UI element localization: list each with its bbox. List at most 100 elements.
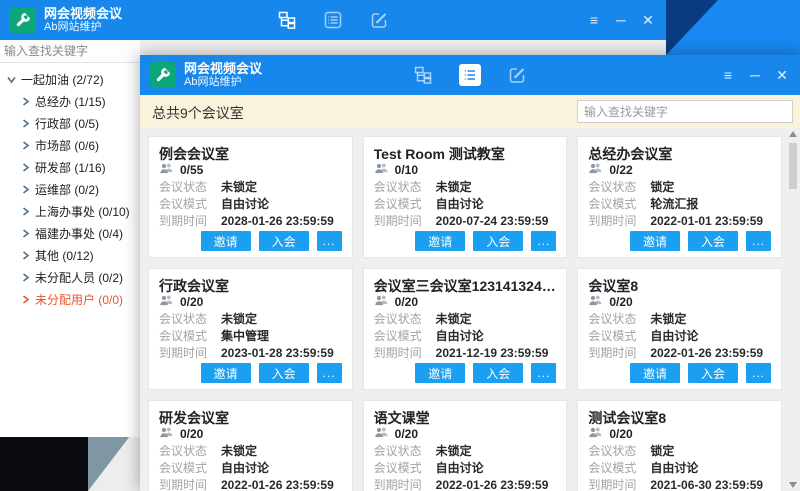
tree-chevron-icon — [7, 75, 16, 84]
room-name: 例会会议室 — [159, 144, 342, 162]
status-label: 会议状态 — [159, 442, 211, 459]
room-expire-row: 到期时间 2028-01-26 23:59:59 — [159, 212, 342, 229]
tree-chevron-icon — [21, 229, 30, 238]
room-actions: 邀请 入会 ... — [374, 361, 557, 383]
room-actions: 邀请 入会 ... — [159, 361, 342, 383]
status-value: 未锁定 — [221, 310, 257, 327]
scrollbar-thumb[interactable] — [789, 143, 797, 189]
expire-value: 2021-06-30 23:59:59 — [650, 478, 763, 491]
room-expire-row: 到期时间 2022-01-26 23:59:59 — [588, 344, 771, 361]
desktop-wallpaper-shape — [666, 0, 718, 55]
join-button[interactable]: 入会 — [688, 363, 738, 383]
tree-search-input[interactable] — [0, 40, 140, 63]
status-label: 会议状态 — [588, 178, 640, 195]
room-expire-row: 到期时间 2023-01-28 23:59:59 — [159, 344, 342, 361]
tree-item[interactable]: 一起加油 (2/72) — [0, 68, 140, 90]
tree-item[interactable]: 总经办 (1/15) — [0, 90, 140, 112]
mode-label: 会议模式 — [588, 195, 640, 212]
tree-item[interactable]: 其他 (0/12) — [0, 244, 140, 266]
more-options-button[interactable]: ... — [317, 231, 342, 251]
list-view-icon[interactable] — [459, 64, 481, 86]
mode-label: 会议模式 — [159, 327, 211, 344]
scroll-up-arrow-icon[interactable] — [789, 131, 797, 137]
room-status-row: 会议状态 未锁定 — [159, 178, 342, 195]
room-capacity-row: 0/20 — [588, 426, 771, 442]
join-button[interactable]: 入会 — [688, 231, 738, 251]
close-button[interactable]: ✕ — [640, 12, 656, 28]
room-mode-row: 会议模式 自由讨论 — [374, 195, 557, 212]
room-name: 研发会议室 — [159, 408, 342, 426]
mode-value: 集中管理 — [221, 327, 269, 344]
invite-button[interactable]: 邀请 — [201, 363, 251, 383]
expire-label: 到期时间 — [588, 212, 640, 229]
tree-item[interactable]: 研发部 (1/16) — [0, 156, 140, 178]
more-options-button[interactable]: ... — [746, 231, 771, 251]
tree-item[interactable]: 未分配用户 (0/0) — [0, 288, 140, 310]
room-list-content: 例会会议室 0/55 会议状态 未锁定 会议模式 自由讨论 到期时间 2028-… — [140, 128, 800, 491]
wrench-icon — [10, 7, 36, 33]
expire-value: 2022-01-26 23:59:59 — [221, 478, 334, 491]
menu-button[interactable]: ≡ — [586, 12, 602, 28]
desktop-wallpaper-shape — [88, 436, 130, 491]
tree-chevron-icon — [21, 207, 30, 216]
room-mode-row: 会议模式 自由讨论 — [374, 327, 557, 344]
room-status-row: 会议状态 锁定 — [588, 442, 771, 459]
list-view-icon[interactable] — [323, 10, 343, 30]
more-options-button[interactable]: ... — [746, 363, 771, 383]
org-tree-icon[interactable] — [277, 10, 297, 30]
tree-chevron-icon — [21, 97, 30, 106]
tree-item[interactable]: 行政部 (0/5) — [0, 112, 140, 134]
join-button[interactable]: 入会 — [259, 231, 309, 251]
scrollbar[interactable] — [787, 131, 799, 488]
tree-item[interactable]: 上海办事处 (0/10) — [0, 200, 140, 222]
people-group-icon — [159, 294, 174, 309]
invite-button[interactable]: 邀请 — [201, 231, 251, 251]
invite-button[interactable]: 邀请 — [630, 231, 680, 251]
expire-value: 2022-01-01 23:59:59 — [650, 214, 763, 228]
invite-button[interactable]: 邀请 — [630, 363, 680, 383]
edit-icon[interactable] — [507, 65, 527, 85]
room-name: 会议室三会议室123141324141三会议室 — [374, 276, 557, 294]
menu-button[interactable]: ≡ — [720, 67, 736, 83]
edit-icon[interactable] — [369, 10, 389, 30]
room-capacity-value: 0/20 — [395, 295, 418, 309]
titlebar-view-switcher — [277, 0, 389, 40]
tree-item[interactable]: 福建办事处 (0/4) — [0, 222, 140, 244]
join-button[interactable]: 入会 — [473, 231, 523, 251]
room-name: 行政会议室 — [159, 276, 342, 294]
tree-item[interactable]: 运维部 (0/2) — [0, 178, 140, 200]
more-options-button[interactable]: ... — [531, 231, 556, 251]
mode-value: 自由讨论 — [436, 195, 484, 212]
mode-label: 会议模式 — [588, 327, 640, 344]
join-button[interactable]: 入会 — [259, 363, 309, 383]
status-value: 未锁定 — [221, 178, 257, 195]
room-capacity-row: 0/10 — [374, 162, 557, 178]
mode-label: 会议模式 — [588, 459, 640, 476]
room-expire-row: 到期时间 2022-01-26 23:59:59 — [374, 476, 557, 491]
room-name: Test Room 测试教室 — [374, 144, 557, 162]
minimize-button[interactable]: ─ — [747, 67, 763, 83]
room-status-row: 会议状态 未锁定 — [374, 178, 557, 195]
meeting-room-card: 语文课堂 0/20 会议状态 未锁定 会议模式 自由讨论 到期时间 2022-0… — [363, 400, 568, 491]
room-mode-row: 会议模式 自由讨论 — [588, 459, 771, 476]
mode-value: 自由讨论 — [436, 327, 484, 344]
status-value: 未锁定 — [436, 178, 472, 195]
more-options-button[interactable]: ... — [317, 363, 342, 383]
scroll-down-arrow-icon[interactable] — [789, 482, 797, 488]
close-button[interactable]: ✕ — [774, 67, 790, 83]
org-tree: 一起加油 (2/72) 总经办 (1/15) 行政部 (0/5) 市场部 (0/… — [0, 63, 140, 310]
app-title: 网会视频会议 — [44, 6, 122, 21]
room-search-input[interactable] — [577, 100, 793, 123]
more-options-button[interactable]: ... — [531, 363, 556, 383]
room-actions: 邀请 入会 ... — [159, 229, 342, 251]
invite-button[interactable]: 邀请 — [415, 231, 465, 251]
join-button[interactable]: 入会 — [473, 363, 523, 383]
invite-button[interactable]: 邀请 — [415, 363, 465, 383]
tree-item[interactable]: 市场部 (0/6) — [0, 134, 140, 156]
titlebar-view-switcher — [413, 55, 527, 95]
room-capacity-value: 0/20 — [180, 427, 203, 441]
org-tree-icon[interactable] — [413, 65, 433, 85]
minimize-button[interactable]: ─ — [613, 12, 629, 28]
tree-item[interactable]: 未分配人员 (0/2) — [0, 266, 140, 288]
expire-value: 2028-01-26 23:59:59 — [221, 214, 334, 228]
